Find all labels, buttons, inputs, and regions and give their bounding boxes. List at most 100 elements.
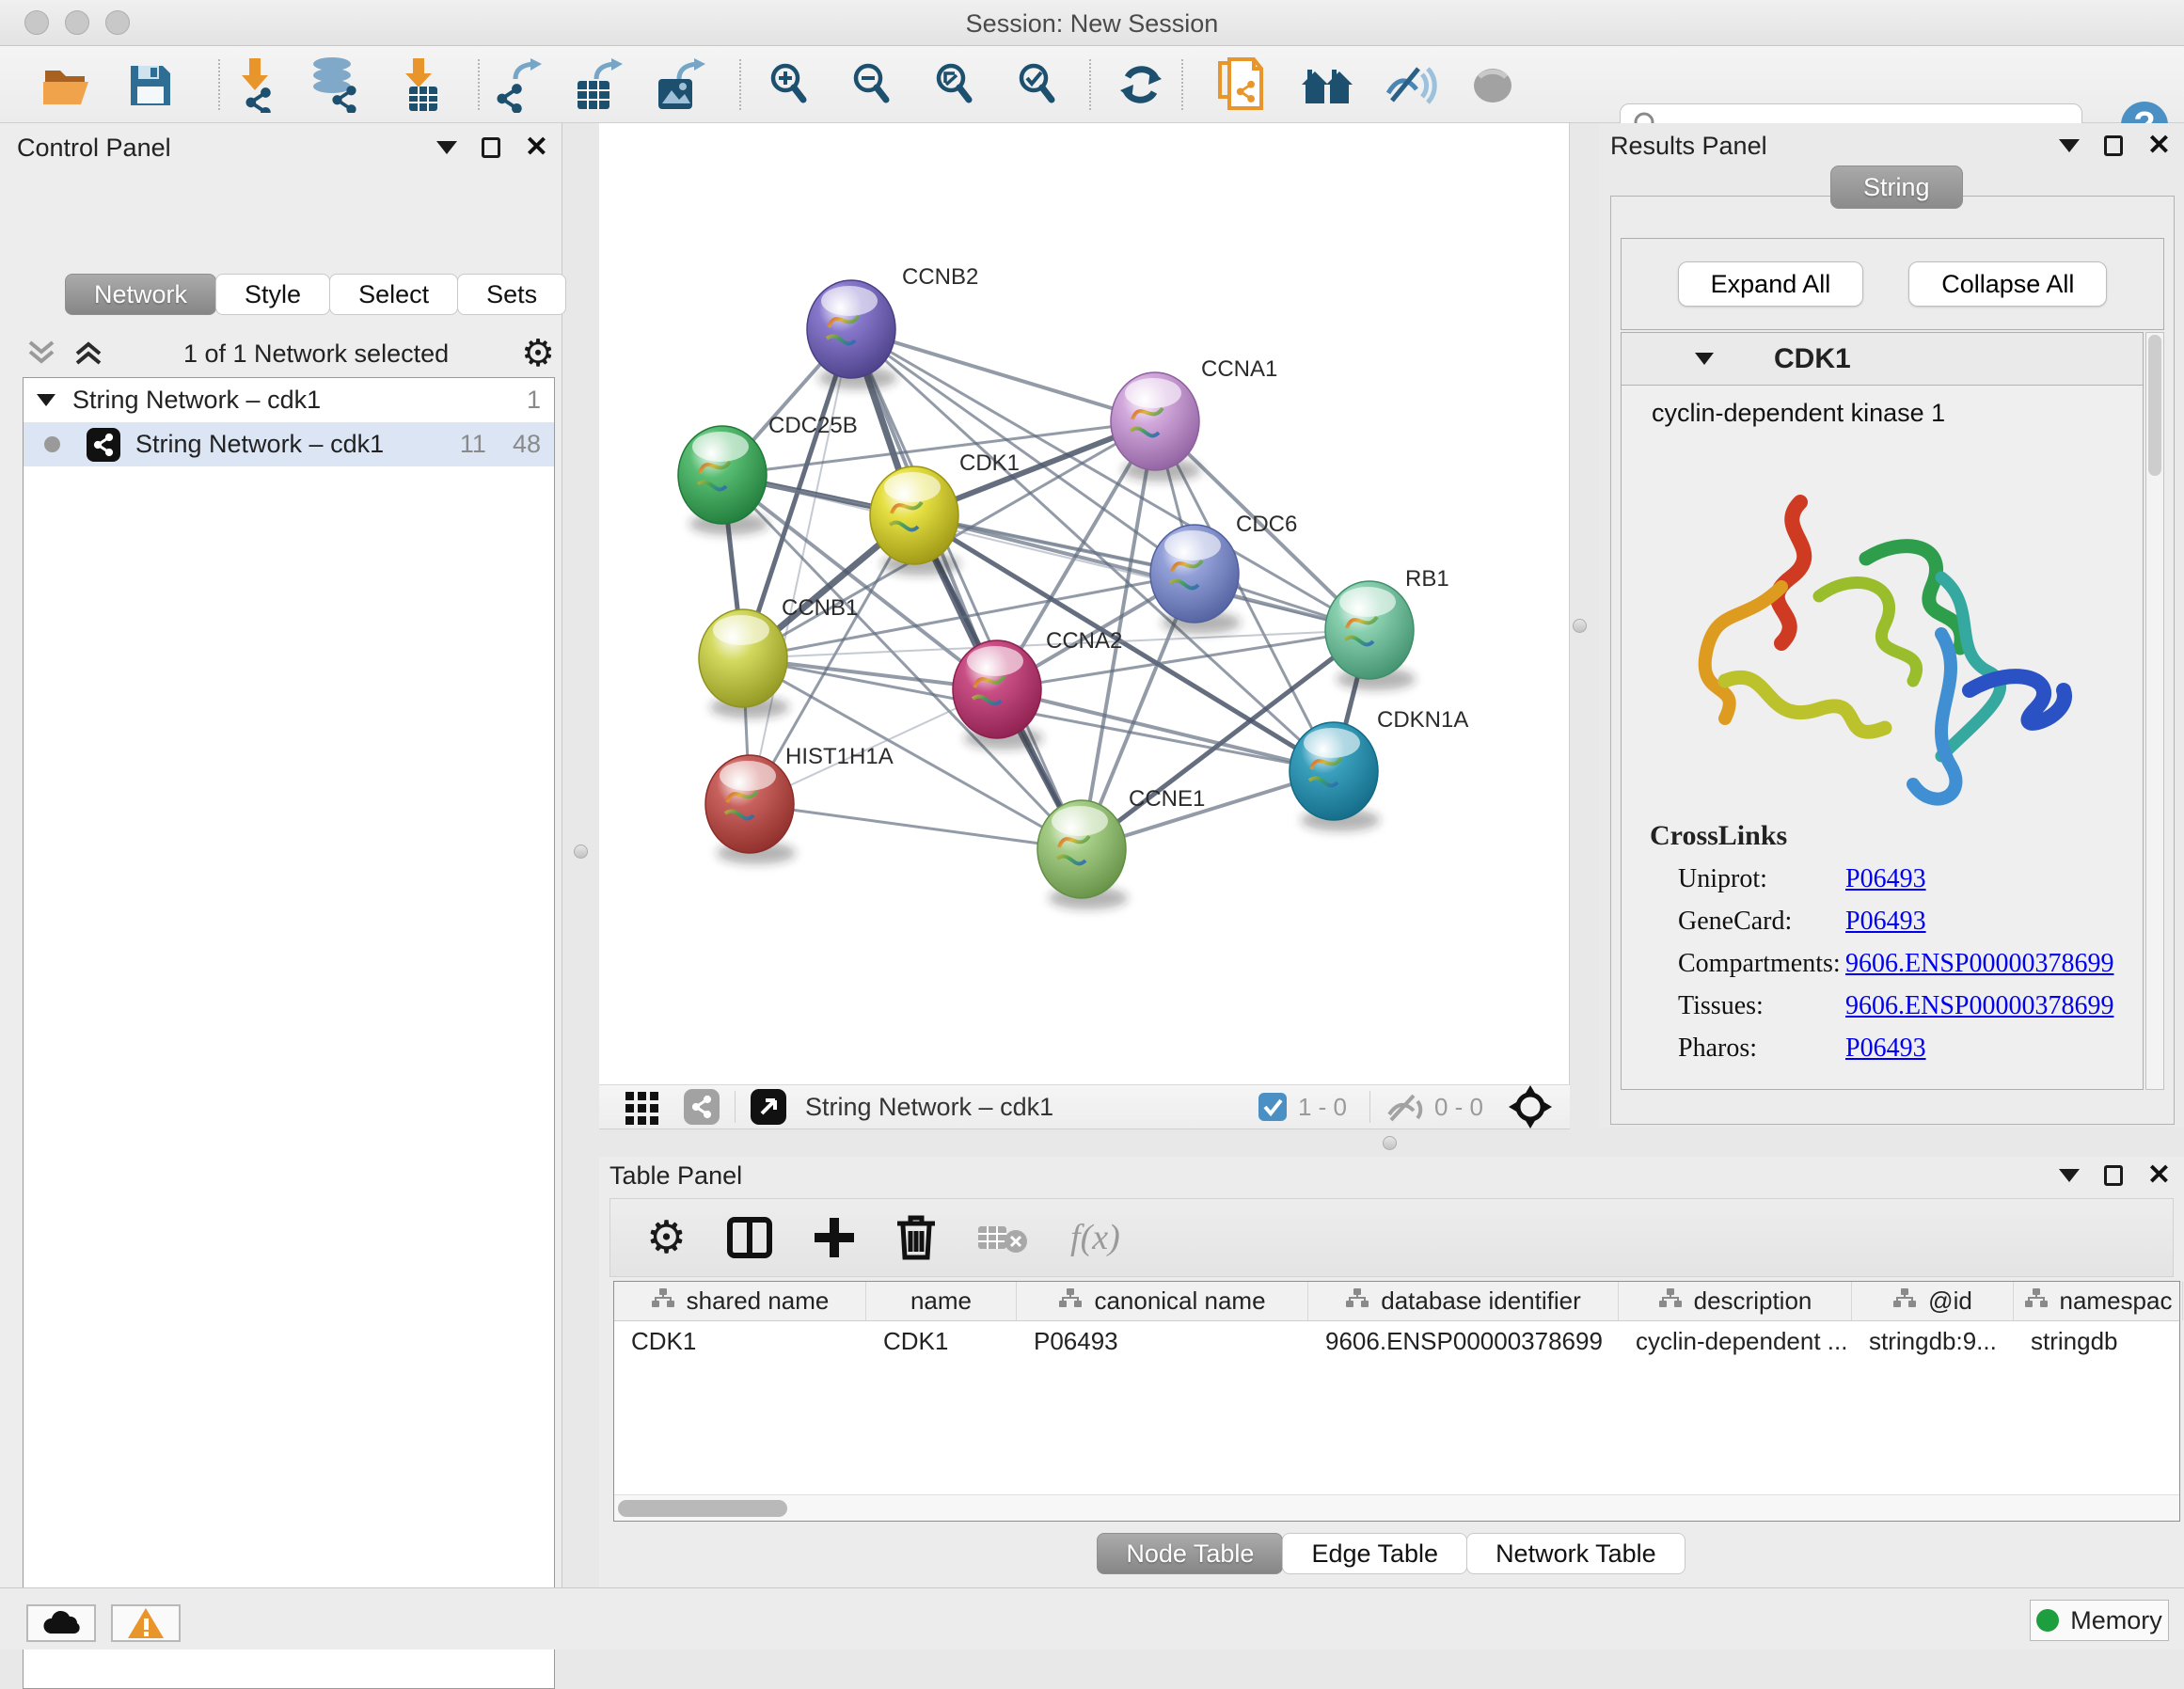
collapse-all-button[interactable]: Collapse All bbox=[1908, 261, 2107, 307]
collapse-all-icon[interactable] bbox=[23, 337, 64, 371]
float-panel-icon[interactable] bbox=[2104, 1165, 2123, 1186]
column-header-canonical-name[interactable]: canonical name bbox=[1017, 1282, 1308, 1320]
node-CDC25B[interactable]: CDC25B bbox=[678, 413, 858, 535]
export-network-button[interactable] bbox=[489, 55, 547, 114]
table-horizontal-scrollbar[interactable] bbox=[614, 1494, 2179, 1521]
grid-view-icon[interactable] bbox=[622, 1088, 663, 1126]
fit-selected-crosshair-icon[interactable] bbox=[1506, 1085, 1555, 1129]
edge-CCNB2-CCNA1[interactable] bbox=[851, 329, 1155, 421]
float-panel-icon[interactable] bbox=[2104, 135, 2123, 156]
network-share-icon[interactable] bbox=[682, 1087, 721, 1127]
left-splitter-handle[interactable] bbox=[574, 844, 588, 859]
table-cell[interactable]: cyclin-dependent ... bbox=[1619, 1321, 1852, 1363]
import-table-button[interactable] bbox=[391, 55, 450, 114]
delete-column-icon[interactable] bbox=[895, 1214, 937, 1261]
edge-CCNB2-CCNE1[interactable] bbox=[851, 329, 1082, 849]
close-panel-icon[interactable]: ✕ bbox=[2147, 1165, 2171, 1186]
memory-button[interactable]: Memory bbox=[2030, 1600, 2169, 1641]
selected-checkbox-icon[interactable] bbox=[1257, 1091, 1289, 1123]
node-RB1[interactable]: RB1 bbox=[1325, 566, 1449, 690]
warnings-button[interactable] bbox=[111, 1604, 181, 1642]
cloud-button[interactable] bbox=[26, 1604, 96, 1642]
node-CDKN1A[interactable]: CDKN1A bbox=[1290, 707, 1468, 831]
collapse-panel-icon[interactable] bbox=[2059, 139, 2080, 152]
node-CDC6[interactable]: CDC6 bbox=[1150, 512, 1297, 634]
table-settings-gear-icon[interactable]: ⚙ bbox=[646, 1211, 687, 1264]
bottom-splitter-handle[interactable] bbox=[1383, 1136, 1397, 1150]
table-cell[interactable]: 9606.ENSP00000378699 bbox=[1308, 1321, 1619, 1363]
node-CCNB2[interactable]: CCNB2 bbox=[807, 264, 978, 389]
column-header--id[interactable]: @id bbox=[1852, 1282, 2014, 1320]
column-header-namespac[interactable]: namespac bbox=[2014, 1282, 2183, 1320]
zoom-out-button[interactable] bbox=[843, 55, 901, 114]
hide-results-eye-icon[interactable] bbox=[1381, 55, 1439, 114]
tab-style[interactable]: Style bbox=[215, 274, 330, 315]
tab-network[interactable]: Network bbox=[65, 274, 216, 315]
network-collection-row[interactable]: String Network – cdk1 1 bbox=[24, 378, 554, 422]
crosslink-link[interactable]: P06493 bbox=[1845, 907, 1926, 937]
node-HIST1H1A[interactable]: HIST1H1A bbox=[705, 744, 894, 864]
string-document-button[interactable] bbox=[1213, 55, 1272, 114]
float-panel-icon[interactable] bbox=[482, 137, 500, 158]
expand-all-button[interactable]: Expand All bbox=[1678, 261, 1864, 307]
table-cell[interactable]: CDK1 bbox=[866, 1321, 1017, 1363]
collection-expander-icon[interactable] bbox=[37, 394, 55, 406]
tab-string[interactable]: String bbox=[1830, 166, 1963, 209]
column-header-description[interactable]: description bbox=[1619, 1282, 1852, 1320]
right-splitter-handle[interactable] bbox=[1573, 619, 1587, 633]
edge-HIST1H1A-CCNE1[interactable] bbox=[750, 804, 1082, 849]
tab-node-table[interactable]: Node Table bbox=[1097, 1533, 1283, 1574]
crosslink-link[interactable]: 9606.ENSP00000378699 bbox=[1845, 991, 2113, 1021]
home-network-button[interactable] bbox=[1298, 55, 1356, 114]
node-CCNA1[interactable]: CCNA1 bbox=[1111, 356, 1277, 481]
table-row[interactable]: CDK1CDK1P064939606.ENSP00000378699cyclin… bbox=[614, 1321, 2179, 1363]
string-network-graph[interactable]: CCNB2CCNA1CDC25BCDK1CDC6RB1CCNB1CCNA2CDK… bbox=[599, 123, 1568, 1082]
edge-CCNA2-CDKN1A[interactable] bbox=[997, 689, 1334, 771]
results-vertical-scrollbar[interactable] bbox=[2145, 332, 2164, 1090]
collapse-panel-icon[interactable] bbox=[2059, 1169, 2080, 1182]
gene-header-row[interactable]: CDK1 bbox=[1622, 333, 2143, 386]
table-cell[interactable]: stringdb bbox=[2014, 1321, 2183, 1363]
collapse-panel-icon[interactable] bbox=[436, 141, 457, 154]
gene-expander-icon[interactable] bbox=[1695, 353, 1714, 365]
export-table-button[interactable] bbox=[570, 55, 628, 114]
table-cell[interactable]: stringdb:9... bbox=[1852, 1321, 2014, 1363]
scrollbar-thumb[interactable] bbox=[2148, 335, 2161, 476]
birds-eye-view-icon[interactable] bbox=[749, 1087, 788, 1127]
close-panel-icon[interactable]: ✕ bbox=[2147, 135, 2171, 156]
node-table[interactable]: shared namenamecanonical namedatabase id… bbox=[613, 1281, 2180, 1522]
network-canvas[interactable]: CCNB2CCNA1CDC25BCDK1CDC6RB1CCNB1CCNA2CDK… bbox=[599, 123, 1570, 1084]
expand-all-icon[interactable] bbox=[70, 337, 111, 371]
column-header-database-identifier[interactable]: database identifier bbox=[1308, 1282, 1619, 1320]
crosslink-link[interactable]: 9606.ENSP00000378699 bbox=[1845, 949, 2113, 979]
import-database-button[interactable] bbox=[307, 55, 365, 114]
network-row-selected[interactable]: String Network – cdk1 11 48 bbox=[24, 422, 554, 466]
options-gear-icon[interactable]: ⚙ bbox=[521, 332, 555, 375]
table-cell[interactable]: P06493 bbox=[1017, 1321, 1308, 1363]
save-session-button[interactable] bbox=[120, 55, 179, 114]
column-header-shared-name[interactable]: shared name bbox=[614, 1282, 866, 1320]
close-panel-icon[interactable]: ✕ bbox=[525, 137, 548, 158]
zoom-selected-button[interactable] bbox=[1008, 55, 1067, 114]
open-session-button[interactable] bbox=[38, 55, 96, 114]
scrollbar-thumb[interactable] bbox=[618, 1500, 787, 1517]
edge-CCNB2-HIST1H1A[interactable] bbox=[750, 329, 851, 804]
zoom-fit-button[interactable] bbox=[926, 55, 984, 114]
node-CCNE1[interactable]: CCNE1 bbox=[1037, 786, 1205, 909]
node-CCNA2[interactable]: CCNA2 bbox=[953, 628, 1122, 750]
column-header-name[interactable]: name bbox=[866, 1282, 1017, 1320]
show-columns-icon[interactable] bbox=[726, 1214, 773, 1261]
crosslink-link[interactable]: P06493 bbox=[1845, 1034, 1926, 1064]
zoom-in-button[interactable] bbox=[760, 55, 818, 114]
crosslink-link[interactable]: P06493 bbox=[1845, 864, 1926, 894]
tab-sets[interactable]: Sets bbox=[457, 274, 566, 315]
table-cell[interactable]: CDK1 bbox=[614, 1321, 866, 1363]
import-network-button[interactable] bbox=[228, 55, 286, 114]
tab-select[interactable]: Select bbox=[329, 274, 458, 315]
add-column-icon[interactable] bbox=[813, 1216, 856, 1259]
tab-edge-table[interactable]: Edge Table bbox=[1282, 1533, 1467, 1574]
show-eye-icon[interactable] bbox=[1464, 55, 1522, 114]
tab-network-table[interactable]: Network Table bbox=[1466, 1533, 1685, 1574]
export-image-button[interactable] bbox=[653, 55, 711, 114]
refresh-view-button[interactable] bbox=[1112, 55, 1170, 114]
